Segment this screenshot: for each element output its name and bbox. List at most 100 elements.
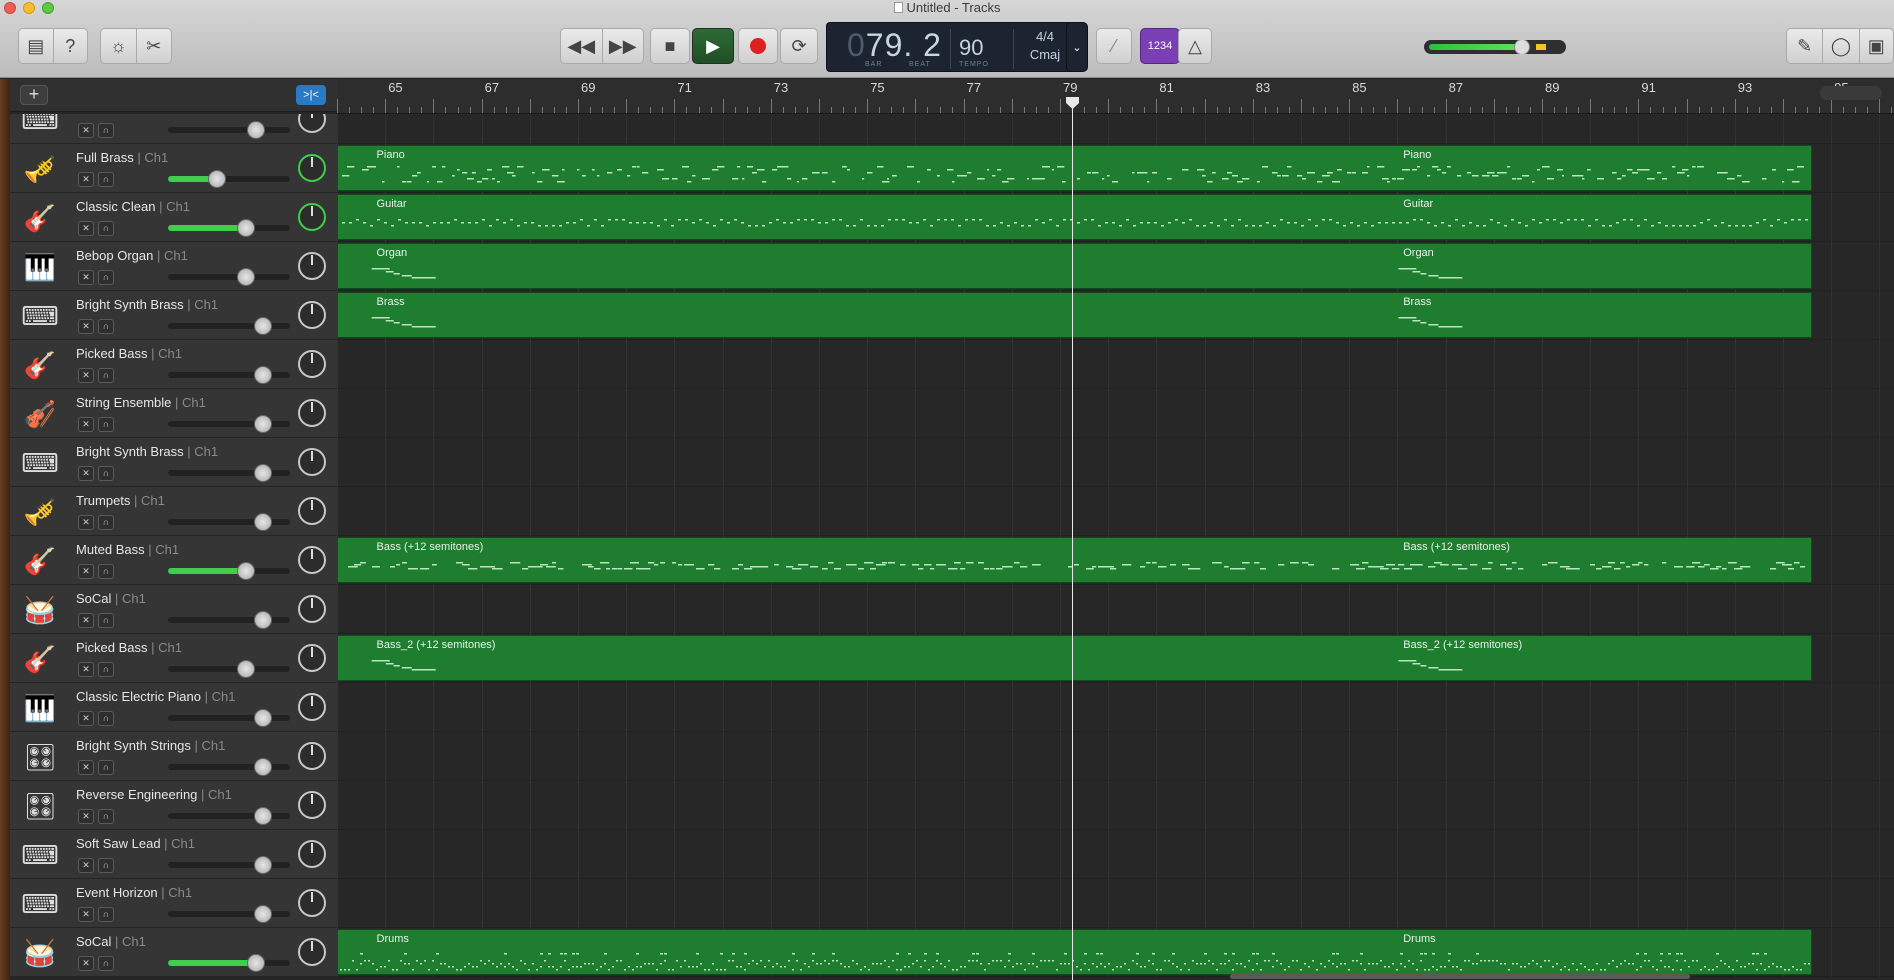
mute-button[interactable]: ✕: [78, 466, 94, 481]
mute-button[interactable]: ✕: [78, 858, 94, 873]
solo-button[interactable]: ∩: [98, 172, 114, 187]
track-header[interactable]: 🥁 SoCal | Ch1 ✕ ∩: [10, 928, 337, 977]
track-header[interactable]: 🎛 Reverse Engineering | Ch1 ✕ ∩: [10, 781, 337, 830]
track-header[interactable]: 🎻 String Ensemble | Ch1 ✕ ∩: [10, 389, 337, 438]
track-lane[interactable]: [337, 340, 1894, 389]
catch-playhead-button[interactable]: >|<: [296, 85, 326, 105]
mute-button[interactable]: ✕: [78, 711, 94, 726]
track-header[interactable]: 🎸 Picked Bass | Ch1 ✕ ∩: [10, 634, 337, 683]
solo-button[interactable]: ∩: [98, 907, 114, 922]
track-row[interactable]: 🥁 SoCal | Ch1 ✕ ∩: [10, 585, 1894, 634]
track-volume-knob[interactable]: [246, 121, 265, 139]
track-name[interactable]: Bebop Organ | Ch1: [76, 248, 188, 263]
track-header[interactable]: 🎹 Bebop Organ | Ch1 ✕ ∩: [10, 242, 337, 291]
solo-button[interactable]: ∩: [98, 613, 114, 628]
solo-button[interactable]: ∩: [98, 858, 114, 873]
track-volume-slider[interactable]: [168, 568, 290, 574]
track-header[interactable]: 🎛 Bright Synth Strings | Ch1 ✕ ∩: [10, 732, 337, 781]
pan-knob[interactable]: [298, 889, 326, 917]
pan-knob[interactable]: [298, 938, 326, 966]
mute-button[interactable]: ✕: [78, 907, 94, 922]
region[interactable]: Guitar Guitar: [337, 194, 1812, 240]
region[interactable]: Bass_2 (+12 semitones) Bass_2 (+12 semito…: [337, 635, 1812, 681]
track-volume-slider[interactable]: [168, 666, 290, 672]
track-lane[interactable]: Bass_2 (+12 semitones) Bass_2 (+12 semito…: [337, 634, 1894, 683]
track-lane[interactable]: [337, 683, 1894, 732]
track-row[interactable]: 🎛 Reverse Engineering | Ch1 ✕ ∩: [10, 781, 1894, 830]
track-volume-knob[interactable]: [254, 317, 273, 335]
track-volume-slider[interactable]: [168, 960, 290, 966]
lcd-display[interactable]: 079. 2 BAR BEAT 90 TEMPO 4/4 Cmaj: [826, 22, 1086, 72]
track-lane[interactable]: Brass Brass: [337, 291, 1894, 340]
track-name[interactable]: Bright Synth Brass | Ch1: [76, 444, 218, 459]
track-header[interactable]: 🎸 Muted Bass | Ch1 ✕ ∩: [10, 536, 337, 585]
track-name[interactable]: Bright Synth Brass | Ch1: [76, 297, 218, 312]
track-volume-slider[interactable]: [168, 225, 290, 231]
mute-button[interactable]: ✕: [78, 319, 94, 334]
mute-button[interactable]: ✕: [78, 417, 94, 432]
cycle-button[interactable]: ⟳: [780, 28, 818, 64]
track-name[interactable]: Bright Synth Strings | Ch1: [76, 738, 225, 753]
region[interactable]: Bass (+12 semitones) Bass (+12 semitones): [337, 537, 1812, 583]
play-button[interactable]: ▶: [692, 28, 734, 64]
mute-button[interactable]: ✕: [78, 809, 94, 824]
solo-button[interactable]: ∩: [98, 270, 114, 285]
mute-button[interactable]: ✕: [78, 172, 94, 187]
track-header[interactable]: 🎹 Classic Electric Piano | Ch1 ✕ ∩: [10, 683, 337, 732]
track-lane[interactable]: Guitar Guitar: [337, 193, 1894, 242]
loop-browser-icon[interactable]: ◯: [1823, 36, 1858, 57]
solo-button[interactable]: ∩: [98, 956, 114, 971]
solo-button[interactable]: ∩: [98, 662, 114, 677]
track-name[interactable]: Picked Bass | Ch1: [76, 346, 182, 361]
timeline-ruler[interactable]: 65676971737577798183858789919395: [337, 79, 1894, 114]
pan-knob[interactable]: [298, 546, 326, 574]
help-icon[interactable]: ?: [53, 36, 87, 57]
zoom-slider[interactable]: [1820, 86, 1882, 100]
track-header[interactable]: ⌨ Soft Saw Lead | Ch1 ✕ ∩: [10, 830, 337, 879]
track-name[interactable]: Reverse Engineering | Ch1: [76, 787, 232, 802]
library-icon[interactable]: ▤: [19, 36, 53, 57]
mute-button[interactable]: ✕: [78, 956, 94, 971]
smart-controls-icon[interactable]: ☼: [101, 36, 136, 57]
track-row[interactable]: 🎸 Picked Bass | Ch1 ✕ ∩: [10, 340, 1894, 389]
stop-button[interactable]: ■: [650, 28, 690, 64]
mute-button[interactable]: ✕: [78, 662, 94, 677]
solo-button[interactable]: ∩: [98, 368, 114, 383]
mute-button[interactable]: ✕: [78, 515, 94, 530]
pan-knob[interactable]: [298, 252, 326, 280]
track-volume-knob[interactable]: [237, 562, 256, 580]
track-name[interactable]: SoCal | Ch1: [76, 934, 146, 949]
lcd-tempo[interactable]: 90: [959, 35, 983, 61]
mute-button[interactable]: ✕: [78, 613, 94, 628]
solo-button[interactable]: ∩: [98, 319, 114, 334]
track-lane[interactable]: [337, 438, 1894, 487]
track-lane[interactable]: [337, 781, 1894, 830]
region[interactable]: Brass Brass: [337, 292, 1812, 338]
track-header[interactable]: ⌨ ✕ ∩: [10, 114, 337, 144]
pan-knob[interactable]: [298, 497, 326, 525]
track-row[interactable]: 🎹 Classic Electric Piano | Ch1 ✕ ∩: [10, 683, 1894, 732]
metronome-button[interactable]: △: [1178, 28, 1212, 64]
track-name[interactable]: Classic Electric Piano | Ch1: [76, 689, 235, 704]
record-button[interactable]: [738, 28, 778, 64]
track-name[interactable]: Muted Bass | Ch1: [76, 542, 179, 557]
mute-button[interactable]: ✕: [78, 368, 94, 383]
track-name[interactable]: SoCal | Ch1: [76, 591, 146, 606]
track-lane[interactable]: [337, 487, 1894, 536]
pan-knob[interactable]: [298, 840, 326, 868]
tuner-button[interactable]: ⁄: [1096, 28, 1132, 64]
track-lane[interactable]: [337, 879, 1894, 928]
track-volume-knob[interactable]: [246, 954, 265, 972]
pan-knob[interactable]: [298, 203, 326, 231]
count-in-button[interactable]: 1234: [1140, 28, 1180, 64]
pan-knob[interactable]: [298, 350, 326, 378]
pan-knob[interactable]: [298, 791, 326, 819]
track-row[interactable]: ⌨ Bright Synth Brass | Ch1 ✕ ∩ Brass Brass: [10, 291, 1894, 340]
add-track-button[interactable]: +: [20, 85, 48, 105]
track-row[interactable]: 🎸 Muted Bass | Ch1 ✕ ∩ Bass (+12 semitones) B…: [10, 536, 1894, 585]
track-volume-knob[interactable]: [254, 905, 273, 923]
master-volume-knob[interactable]: [1514, 40, 1531, 54]
solo-button[interactable]: ∩: [98, 515, 114, 530]
track-header[interactable]: 🎺 Trumpets | Ch1 ✕ ∩: [10, 487, 337, 536]
track-row[interactable]: ⌨ Soft Saw Lead | Ch1 ✕ ∩: [10, 830, 1894, 879]
